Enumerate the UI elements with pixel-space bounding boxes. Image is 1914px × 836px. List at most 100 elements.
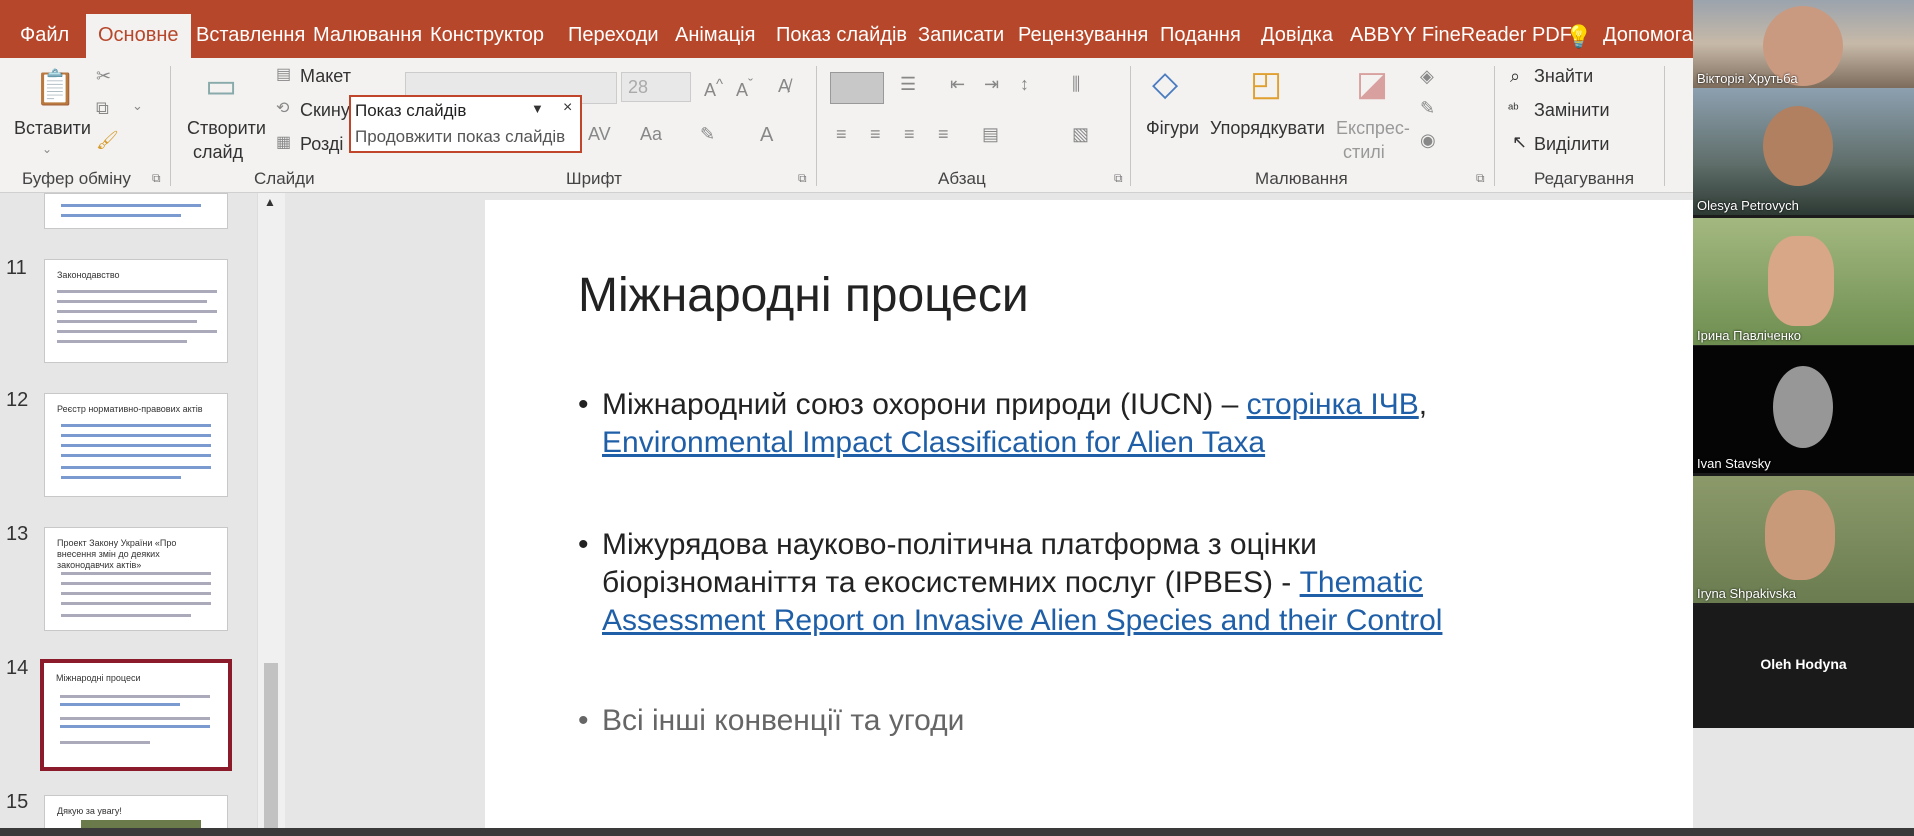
slide-thumbnail-10[interactable] [44, 193, 228, 229]
resume-slideshow-item[interactable]: Продовжити показ слайдів [355, 127, 565, 147]
grow-font-icon[interactable]: A^ [704, 76, 723, 101]
tab-animations[interactable]: Анімація [675, 24, 755, 47]
align-left-icon[interactable]: ≡ [836, 124, 847, 145]
participant-tile[interactable]: Ivan Stavsky [1693, 346, 1914, 473]
participant-tile[interactable]: Ірина Павліченко [1693, 218, 1914, 345]
participant-tile[interactable]: Oleh Hodyna [1693, 606, 1914, 728]
popup-dropdown-icon[interactable]: ▼ [531, 101, 544, 116]
align-center-icon[interactable]: ≡ [870, 124, 881, 145]
layout-button[interactable]: Макет [300, 66, 351, 87]
tab-draw[interactable]: Малювання [313, 24, 422, 47]
link-ichv-page[interactable]: сторінка ІЧВ [1247, 388, 1419, 421]
replace-icon[interactable]: ᵃᵇ [1508, 100, 1519, 116]
columns-icon[interactable]: ⫼ [1072, 74, 1080, 95]
tab-record[interactable]: Записати [918, 24, 1004, 47]
participant-tile[interactable]: Вікторія Хрутьба [1693, 0, 1914, 88]
participant-name: Oleh Hodyna [1760, 656, 1847, 672]
tab-home[interactable]: Основне [86, 14, 191, 58]
scrollbar-thumb[interactable] [264, 663, 278, 833]
new-slide-icon[interactable]: ▭ [205, 66, 237, 106]
tab-file[interactable]: Файл [20, 24, 69, 47]
copy-icon[interactable]: ⧉ [96, 98, 109, 119]
find-button[interactable]: Знайти [1534, 66, 1593, 87]
shape-fill-icon[interactable]: ◈ [1420, 66, 1434, 87]
shape-effects-icon[interactable]: ◉ [1420, 130, 1436, 151]
justify-icon[interactable]: ≡ [938, 124, 949, 145]
quick-styles-icon[interactable]: ◪ [1356, 64, 1388, 104]
thumbnail-title: Законодавство [57, 270, 120, 280]
tab-slideshow[interactable]: Показ слайдів [776, 24, 907, 47]
section-button[interactable]: Розді [300, 134, 343, 155]
select-button[interactable]: Виділити [1534, 134, 1609, 155]
quick-styles-label-2[interactable]: стилі [1343, 142, 1385, 163]
smartart-icon[interactable]: ▧ [1072, 124, 1089, 145]
change-case-icon[interactable]: Aa [640, 124, 662, 145]
font-color-icon[interactable]: A [760, 124, 773, 147]
cut-icon[interactable]: ✂ [96, 66, 111, 87]
tab-abbyy[interactable]: ABBYY FineReader PDF [1350, 24, 1572, 47]
link-ipbes-report[interactable]: Thematic [1300, 566, 1423, 599]
link-ipbes-report-2[interactable]: Assessment Report on Invasive Alien Spec… [602, 604, 1442, 637]
tab-transitions[interactable]: Переходи [568, 24, 659, 47]
paste-button[interactable]: Вставити [14, 118, 91, 139]
tab-help[interactable]: Довідка [1261, 24, 1333, 47]
increase-indent-icon[interactable]: ⇥ [984, 74, 999, 95]
slide-title[interactable]: Міжнародні процеси [578, 268, 1029, 323]
new-slide-label[interactable]: Створити [187, 118, 266, 139]
numbering-icon[interactable]: ☰ [900, 74, 916, 95]
thumbnail-scrollbar[interactable]: ▲ [257, 193, 285, 836]
tab-insert[interactable]: Вставлення [196, 24, 305, 47]
section-icon[interactable]: ▦ [276, 132, 291, 152]
new-slide-label-2[interactable]: слайд [193, 142, 243, 163]
align-right-icon[interactable]: ≡ [904, 124, 915, 145]
decrease-indent-icon[interactable]: ⇤ [950, 74, 965, 95]
shrink-font-icon[interactable]: Aˇ [736, 76, 753, 101]
shapes-button[interactable]: Фігури [1146, 118, 1199, 139]
slide-number: 11 [6, 257, 27, 279]
slide-number: 14 [6, 657, 29, 679]
replace-button[interactable]: Замінити [1534, 100, 1610, 121]
tell-me-label[interactable]: Допомога [1603, 24, 1693, 47]
slide-thumbnail-11[interactable]: Законодавство [44, 259, 228, 363]
chevron-down-icon[interactable]: ⌄ [132, 98, 143, 114]
format-painter-icon[interactable]: 🖌 [96, 130, 119, 151]
select-icon[interactable]: ↖ [1512, 132, 1527, 153]
close-icon[interactable]: × [563, 99, 572, 117]
char-spacing-icon[interactable]: AV [588, 124, 611, 145]
participant-tile[interactable]: Iryna Shpakivska [1693, 476, 1914, 603]
participant-name: Iryna Shpakivska [1697, 586, 1796, 601]
tab-review[interactable]: Рецензування [1018, 24, 1148, 47]
line-spacing-icon[interactable]: ↕ [1020, 74, 1029, 95]
search-icon[interactable]: ⌕ [1510, 66, 1520, 87]
dialog-launcher-icon[interactable]: ⧉ [798, 171, 807, 186]
slide-number: 15 [6, 791, 29, 813]
shape-outline-icon[interactable]: ✎ [1420, 98, 1435, 119]
paste-icon[interactable]: 📋 [34, 68, 76, 108]
participant-tile[interactable]: Olesya Petrovych [1693, 88, 1914, 215]
arrange-icon[interactable]: ◰ [1250, 64, 1282, 104]
quick-styles-button[interactable]: Експрес- [1336, 118, 1410, 139]
reset-icon[interactable]: ⟲ [276, 98, 289, 118]
dialog-launcher-icon[interactable]: ⧉ [152, 171, 161, 186]
slide-thumbnail-12[interactable]: Реєстр нормативно-правових актів [44, 393, 228, 497]
arrange-button[interactable]: Упорядкувати [1210, 118, 1325, 139]
dialog-launcher-icon[interactable]: ⧉ [1114, 171, 1123, 186]
reset-button[interactable]: Скину [300, 100, 350, 121]
text-direction-icon[interactable]: ▤ [982, 124, 999, 145]
clear-format-icon[interactable]: A̸ [778, 76, 790, 97]
bullets-button[interactable] [830, 72, 884, 104]
dialog-launcher-icon[interactable]: ⧉ [1476, 171, 1485, 186]
slide-thumbnail-14-selected[interactable]: Міжнародні процеси [40, 659, 232, 771]
shapes-icon[interactable]: ◇ [1152, 64, 1178, 104]
slide-thumbnail-13[interactable]: Проект Закону України «Про внесення змін… [44, 527, 228, 631]
layout-icon[interactable]: ▤ [276, 64, 291, 84]
highlight-icon[interactable]: ✎ [700, 124, 715, 145]
thumbnail-title: Міжнародні процеси [56, 673, 141, 683]
link-eicat[interactable]: Environmental Impact Classification for … [602, 426, 1265, 459]
tab-design[interactable]: Конструктор [430, 24, 544, 47]
lightbulb-icon[interactable]: 💡 [1565, 24, 1592, 50]
font-size-input[interactable]: 28 [621, 72, 691, 102]
scroll-up-icon[interactable]: ▲ [264, 195, 276, 209]
tab-view[interactable]: Подання [1160, 24, 1241, 47]
chevron-down-icon[interactable]: ⌄ [42, 142, 52, 156]
